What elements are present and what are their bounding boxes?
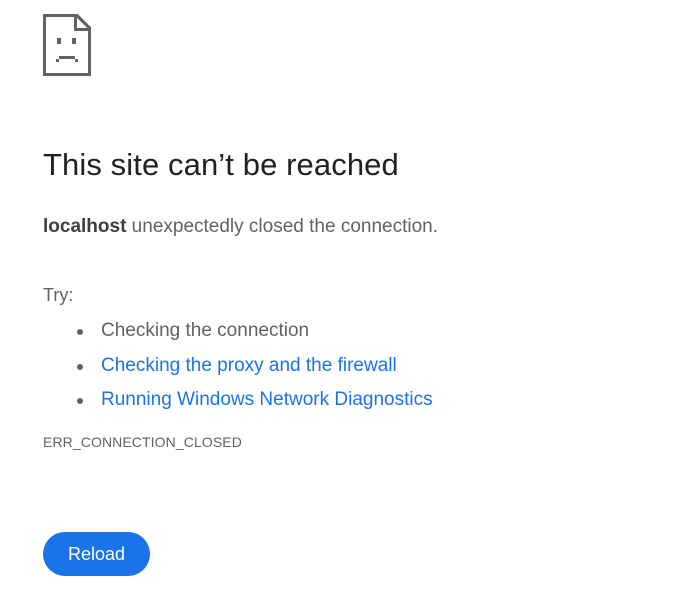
host-name: localhost [43, 216, 127, 237]
page-title: This site can’t be reached [43, 147, 399, 182]
reload-button[interactable]: Reload [43, 532, 150, 576]
error-page: This site can’t be reached localhost une… [43, 14, 683, 576]
error-summary-text: unexpectedly closed the connection. [126, 216, 439, 237]
bullet-icon [77, 329, 83, 335]
suggestion-label: Checking the connection [101, 320, 310, 341]
try-label: Try: [43, 285, 74, 305]
sad-page-icon [43, 14, 683, 76]
network-diagnostics-link[interactable]: Running Windows Network Diagnostics [101, 389, 433, 410]
suggestion-check-connection: Checking the connection [43, 318, 433, 353]
suggestion-network-diagnostics: Running Windows Network Diagnostics [43, 387, 433, 422]
proxy-firewall-link[interactable]: Checking the proxy and the firewall [101, 355, 397, 376]
suggestion-check-proxy-firewall: Checking the proxy and the firewall [43, 353, 433, 388]
error-summary: localhost unexpectedly closed the connec… [43, 215, 438, 239]
suggestions-list: Checking the connection Checking the pro… [43, 318, 433, 422]
error-code: ERR_CONNECTION_CLOSED [43, 434, 242, 450]
bullet-icon [77, 398, 83, 404]
bullet-icon [77, 363, 83, 370]
